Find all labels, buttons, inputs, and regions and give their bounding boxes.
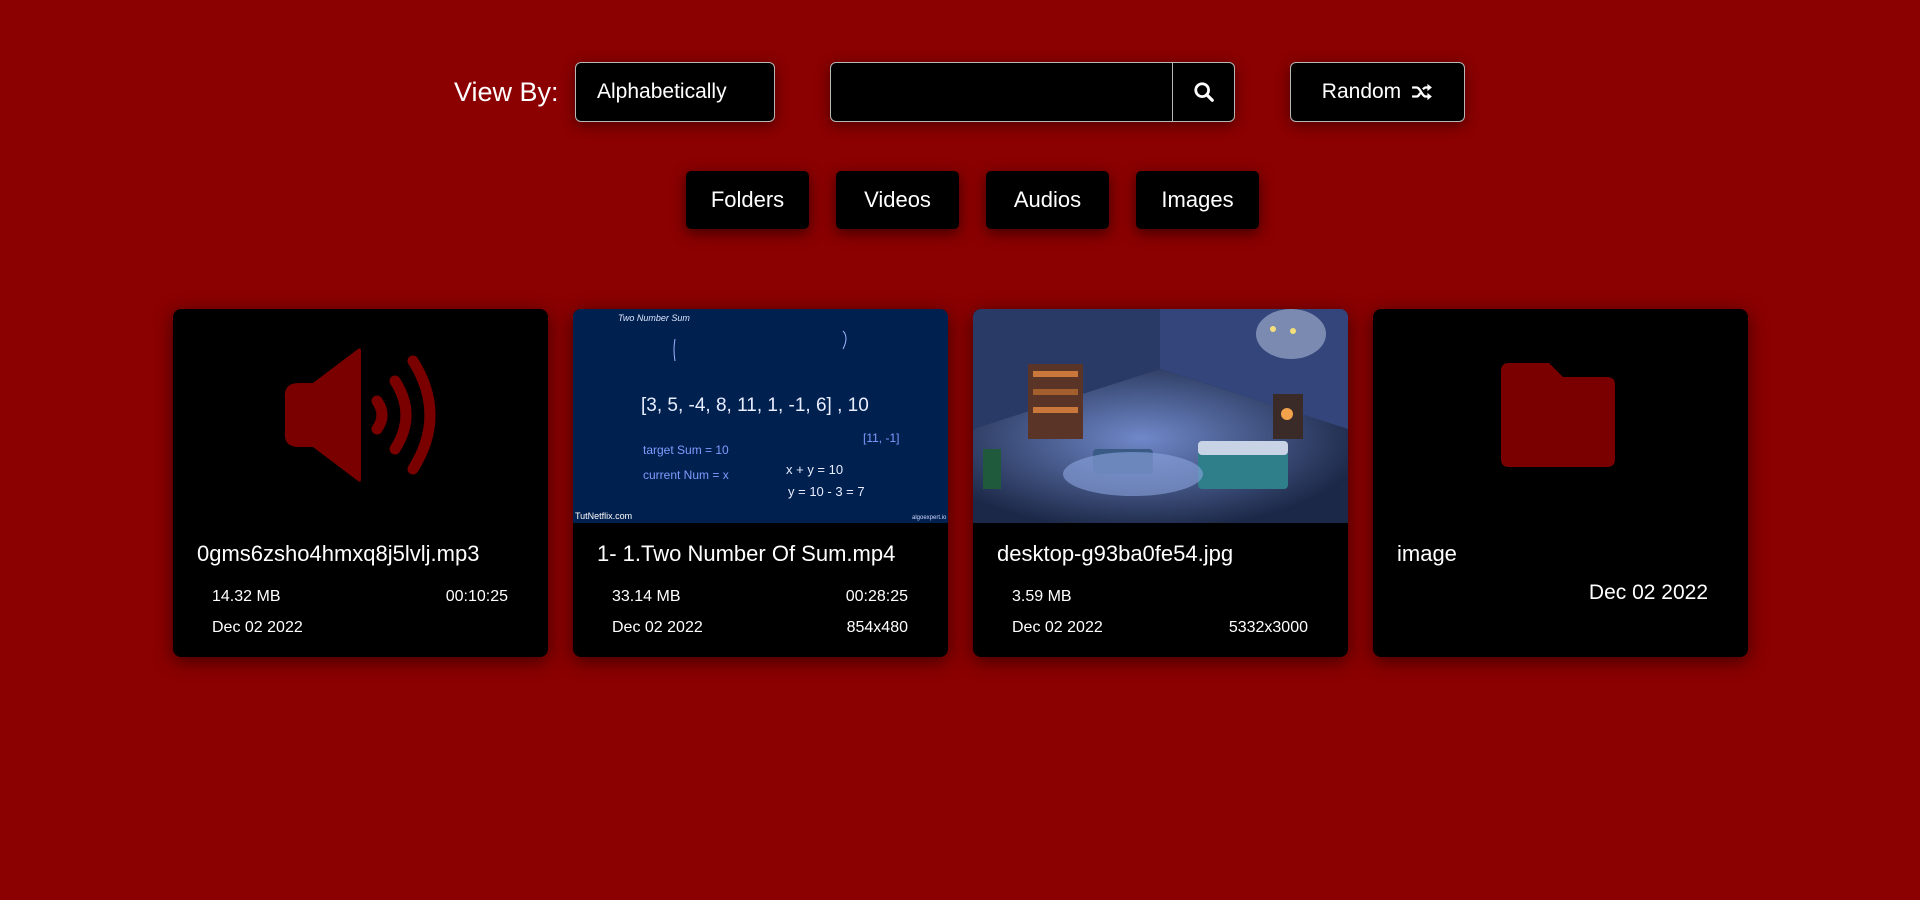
file-size: 14.32 MB (212, 588, 281, 605)
date: Dec 02 2022 (1588, 581, 1708, 604)
file-size: 3.59 MB (1012, 588, 1072, 605)
speaker-icon (284, 348, 436, 482)
card-thumbnail: Two Number Sum [3, 5, -4, 8, 11, 1, -1, … (573, 309, 948, 523)
folder-icon (1501, 363, 1615, 467)
video-thumbnail-image: Two Number Sum [3, 5, -4, 8, 11, 1, -1, … (573, 309, 948, 523)
svg-text:Two Number Sum: Two Number Sum (618, 313, 690, 323)
svg-text:x + y = 10: x + y = 10 (786, 462, 843, 477)
file-size: 33.14 MB (612, 588, 681, 605)
duration: 00:28:25 (845, 588, 908, 605)
filter-images-button[interactable]: Images (1136, 171, 1259, 229)
view-by-label: View By: (454, 77, 559, 107)
toolbar: View By: Alphabetically Random (0, 62, 1920, 122)
search-bar (830, 62, 1235, 122)
search-icon (1193, 82, 1214, 102)
filter-videos-button[interactable]: Videos (836, 171, 959, 229)
svg-text:[11, -1]: [11, -1] (863, 431, 899, 445)
duration: 00:10:25 (445, 588, 508, 605)
random-button[interactable]: Random (1290, 62, 1465, 122)
search-input[interactable] (831, 63, 1172, 121)
media-card-video[interactable]: Two Number Sum [3, 5, -4, 8, 11, 1, -1, … (573, 309, 948, 657)
filter-audios-button[interactable]: Audios (986, 171, 1109, 229)
svg-text:[3, 5, -4, 8, 11, 1, -1, 6] ,: [3, 5, -4, 8, 11, 1, -1, 6] , 10 (641, 395, 869, 416)
card-thumbnail (173, 309, 548, 523)
resolution: 5332x3000 (1228, 619, 1308, 636)
svg-text:y = 10 - 3 = 7: y = 10 - 3 = 7 (788, 484, 865, 499)
card-title: 0gms6zsho4hmxq8j5lvlj.mp3 (197, 541, 480, 566)
media-card-audio[interactable]: 0gms6zsho4hmxq8j5lvlj.mp3 14.32 MB 00:10… (173, 309, 548, 657)
card-thumbnail (973, 309, 1348, 523)
random-label: Random (1321, 80, 1402, 103)
card-thumbnail (1373, 309, 1748, 523)
filter-folders-button[interactable]: Folders (686, 171, 809, 229)
sort-dropdown[interactable]: Alphabetically (575, 62, 775, 122)
search-button[interactable] (1172, 63, 1234, 121)
svg-text:algoexpert.io: algoexpert.io (912, 515, 947, 521)
sort-value: Alphabetically (597, 80, 727, 103)
svg-text:TutNetflix.com: TutNetflix.com (575, 511, 632, 521)
date: Dec 02 2022 (612, 619, 703, 636)
card-title: 1- 1.Two Number Of Sum.mp4 (597, 541, 896, 566)
svg-text:current Num = x: current Num = x (643, 468, 729, 482)
media-card-folder[interactable]: image Dec 02 2022 (1373, 309, 1748, 657)
filter-bar: Folders Videos Audios Images (0, 171, 1920, 229)
date: Dec 02 2022 (1012, 619, 1103, 636)
date: Dec 02 2022 (212, 619, 303, 636)
resolution: 854x480 (846, 619, 908, 636)
shuffle-icon (1412, 83, 1433, 101)
room-illustration-image (973, 309, 1348, 523)
svg-text:target Sum = 10: target Sum = 10 (643, 443, 729, 457)
card-title: image (1397, 541, 1457, 566)
media-card-image[interactable]: desktop-g93ba0fe54.jpg 3.59 MB Dec 02 20… (973, 309, 1348, 657)
card-title: desktop-g93ba0fe54.jpg (997, 541, 1234, 566)
